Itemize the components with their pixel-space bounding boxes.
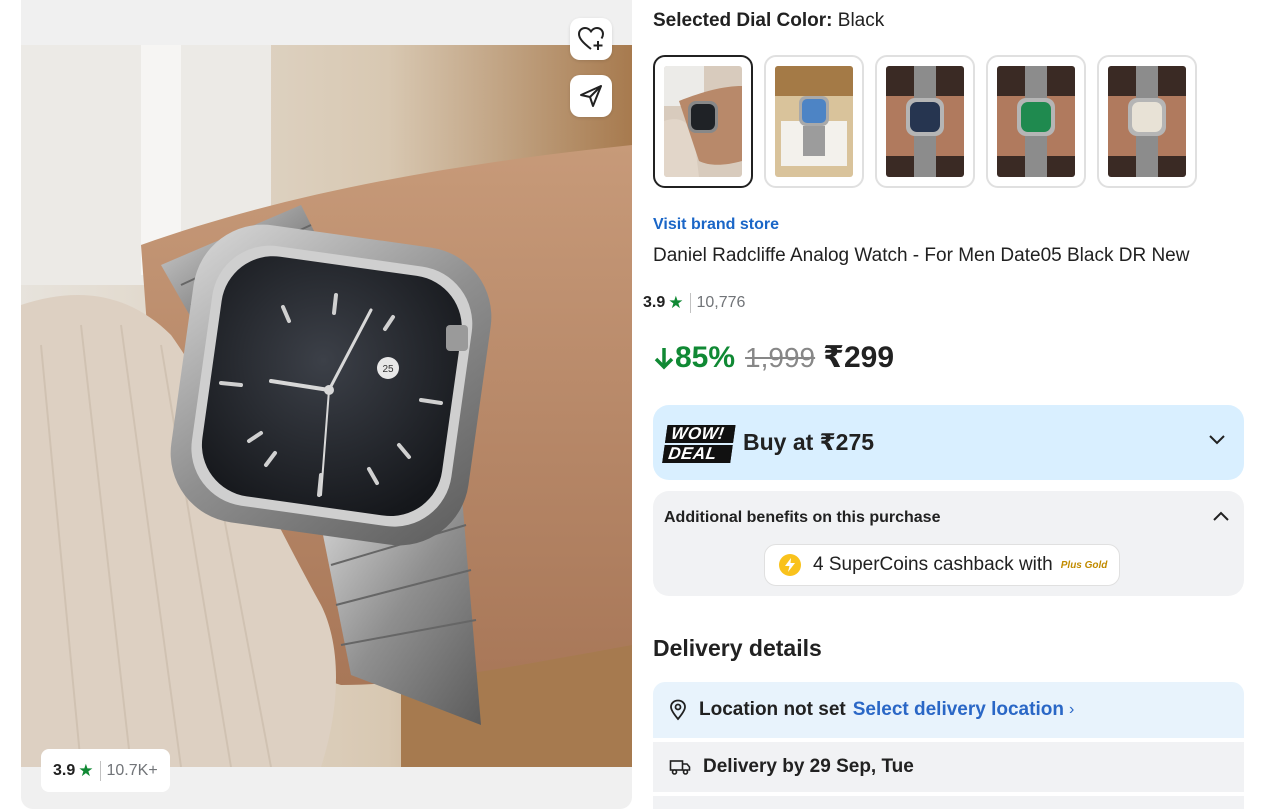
wow-deal-banner[interactable]: WOW! DEAL Buy at ₹275 bbox=[653, 405, 1244, 480]
next-delivery-row bbox=[653, 796, 1244, 809]
price-row: 85% 1,999 ₹299 bbox=[653, 340, 894, 375]
swatch-thumbnail bbox=[1108, 66, 1186, 177]
delivery-date: Delivery by 29 Sep, Tue bbox=[703, 756, 914, 777]
swatch-silver[interactable] bbox=[1097, 55, 1197, 188]
arrow-down-icon bbox=[654, 347, 674, 369]
image-rating-count: 10.7K+ bbox=[106, 761, 158, 779]
visit-brand-store-link[interactable]: Visit brand store bbox=[653, 216, 779, 234]
swatch-blue[interactable] bbox=[764, 55, 864, 188]
swatch-green[interactable] bbox=[986, 55, 1086, 188]
supercoins-text: 4 SuperCoins cashback with bbox=[813, 554, 1053, 575]
delivery-date-row: Delivery by 29 Sep, Tue bbox=[653, 742, 1244, 792]
image-rating-value: 3.9 bbox=[53, 761, 76, 779]
swatch-black[interactable] bbox=[653, 55, 753, 188]
svg-text:25: 25 bbox=[382, 364, 394, 375]
watch-on-wrist-image: 25 bbox=[21, 45, 632, 767]
delivery-location-row[interactable]: Location not set Select delivery locatio… bbox=[653, 682, 1244, 738]
product-rating[interactable]: 3.9 ★ 10,776 bbox=[643, 293, 745, 313]
rating-value: 3.9 bbox=[643, 294, 666, 311]
selected-dial-color: Selected Dial Color: Black bbox=[653, 10, 884, 32]
chevron-up-icon[interactable] bbox=[1212, 510, 1230, 522]
chevron-down-icon bbox=[1209, 435, 1225, 445]
wishlist-button[interactable] bbox=[570, 18, 612, 60]
benefits-heading: Additional benefits on this purchase bbox=[664, 509, 941, 526]
wow-deal-badge-line2: DEAL bbox=[662, 444, 733, 463]
dial-color-value: Black bbox=[837, 10, 885, 31]
wow-deal-badge: WOW! DEAL bbox=[662, 424, 736, 463]
swatch-navy[interactable] bbox=[875, 55, 975, 188]
dial-color-swatches bbox=[653, 55, 1197, 188]
delivery-details-heading: Delivery details bbox=[653, 635, 822, 661]
additional-benefits-card: Additional benefits on this purchase 4 S… bbox=[653, 491, 1244, 596]
swatch-thumbnail bbox=[886, 66, 964, 177]
star-icon: ★ bbox=[668, 293, 684, 312]
discount-percent: 85% bbox=[675, 340, 736, 374]
rating-count: 10,776 bbox=[696, 294, 746, 311]
image-rating-badge: 3.9 ★ 10.7K+ bbox=[41, 749, 170, 792]
select-delivery-location-link[interactable]: Select delivery location bbox=[853, 699, 1064, 721]
product-image[interactable]: 25 bbox=[21, 45, 632, 767]
supercoin-icon bbox=[779, 554, 801, 576]
heart-plus-icon bbox=[577, 26, 605, 50]
share-icon bbox=[580, 85, 602, 107]
location-pin-icon bbox=[670, 699, 686, 721]
plus-gold-logo: Plus Gold bbox=[1060, 559, 1108, 571]
location-status: Location not set bbox=[699, 699, 846, 720]
selling-price: ₹299 bbox=[823, 341, 895, 374]
discount: 85% bbox=[653, 341, 735, 375]
chevron-right-icon: › bbox=[1068, 701, 1075, 718]
wow-deal-badge-line1: WOW! bbox=[665, 424, 736, 443]
divider bbox=[689, 293, 691, 313]
product-image-gallery[interactable]: 25 3.9 ★ 10.7K+ bbox=[21, 0, 632, 809]
truck-icon bbox=[669, 760, 691, 775]
divider bbox=[99, 760, 101, 781]
swatch-thumbnail bbox=[775, 66, 853, 177]
dial-color-label: Selected Dial Color: bbox=[653, 10, 833, 31]
mrp-price: 1,999 bbox=[745, 341, 816, 373]
supercoins-cashback-pill[interactable]: 4 SuperCoins cashback with Plus Gold bbox=[764, 544, 1121, 586]
product-title: Daniel Radcliffe Analog Watch - For Men … bbox=[653, 245, 1190, 266]
swatch-thumbnail bbox=[664, 66, 742, 177]
share-button[interactable] bbox=[570, 75, 612, 117]
star-icon: ★ bbox=[78, 760, 94, 780]
wow-deal-text: Buy at ₹275 bbox=[743, 429, 875, 455]
swatch-thumbnail bbox=[997, 66, 1075, 177]
